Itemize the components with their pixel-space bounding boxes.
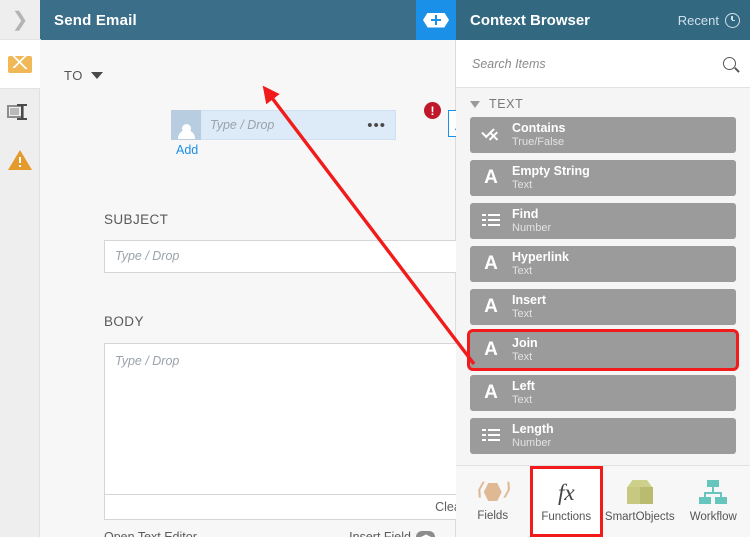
tab-fields[interactable]: ⟨ ⟩ Fields <box>456 466 530 537</box>
subject-placeholder: Type / Drop <box>115 249 180 263</box>
insert-field-toggle-icon[interactable]: ◀▶ <box>416 531 435 537</box>
recent-label: Recent <box>677 12 719 28</box>
warning-triangle-icon <box>8 150 32 170</box>
add-button[interactable] <box>416 0 456 40</box>
item-type: Text <box>512 307 533 320</box>
envelope-icon <box>8 55 32 73</box>
item-type: Text <box>512 393 533 406</box>
context-browser-tabs: ⟨ ⟩ Fields fx Functions SmartObjects Work <box>456 465 750 537</box>
item-name: Join <box>512 336 538 351</box>
list-item[interactable]: Find Number <box>470 203 736 239</box>
search-icon[interactable] <box>723 57 736 70</box>
functions-list[interactable]: TEXT Contains True/False A Empty String … <box>456 88 750 465</box>
triangle-down-icon <box>470 100 480 108</box>
group-label: TEXT <box>489 97 524 111</box>
cube-icon <box>626 480 653 504</box>
item-name: Find <box>512 207 539 222</box>
body-input[interactable]: Type / Drop <box>104 343 476 495</box>
group-header-text[interactable]: TEXT <box>456 88 750 117</box>
tab-functions[interactable]: fx Functions <box>529 466 603 537</box>
list-item[interactable]: A Left Text <box>470 375 736 411</box>
item-type: Text <box>512 264 533 277</box>
number-list-icon <box>470 214 512 228</box>
search-input[interactable] <box>470 55 723 72</box>
item-name: Empty String <box>512 164 590 179</box>
tab-label: Functions <box>541 510 592 523</box>
clock-icon <box>725 12 740 28</box>
open-text-editor-link[interactable]: Open Text Editor <box>104 530 197 537</box>
item-type: Text <box>512 350 533 363</box>
tab-label: SmartObjects <box>604 511 675 523</box>
search-bar <box>456 40 750 88</box>
list-item[interactable]: A Empty String Text <box>470 160 736 196</box>
letter-a-icon: A <box>484 167 498 188</box>
to-row: TO <box>64 68 104 83</box>
list-item[interactable]: A Hyperlink Text <box>470 246 736 282</box>
check-x-icon <box>470 124 512 143</box>
letter-a-icon: A <box>484 296 498 317</box>
item-name: Length <box>512 422 554 437</box>
rail-item-email[interactable] <box>0 40 40 88</box>
hex-brackets-icon: ⟨ ⟩ <box>475 480 510 501</box>
chevron-down-icon[interactable] <box>91 72 104 79</box>
org-chart-icon <box>698 480 728 504</box>
context-browser-title-bar: Context Browser Recent <box>456 0 750 40</box>
context-browser-panel: TEXT Contains True/False A Empty String … <box>456 40 750 537</box>
app-root: ❯ Send Email Context Browser Recent TO T… <box>0 0 750 537</box>
to-label: TO <box>64 68 84 83</box>
tab-smartobjects[interactable]: SmartObjects <box>603 466 677 537</box>
number-list-icon <box>470 429 512 443</box>
text-field-icon <box>7 104 33 120</box>
recent-button[interactable]: Recent <box>677 12 740 28</box>
context-browser-title: Context Browser <box>470 11 591 29</box>
add-recipient-link[interactable]: Add <box>176 143 198 157</box>
item-name: Insert <box>512 293 547 308</box>
insert-field-link[interactable]: Insert Field <box>349 530 411 537</box>
user-avatar-icon <box>171 110 201 140</box>
item-type: True/False <box>512 135 565 148</box>
ellipsis-icon[interactable]: ••• <box>367 118 386 133</box>
body-toolbar: Clear <box>104 495 476 520</box>
item-type: Text <box>512 178 533 191</box>
item-type: Number <box>512 221 552 234</box>
page-title: Send Email <box>54 11 137 29</box>
rail-item-warning[interactable] <box>0 136 40 184</box>
rail-item-text-field[interactable] <box>0 88 40 136</box>
item-name: Hyperlink <box>512 250 569 265</box>
subject-label: SUBJECT <box>104 212 169 227</box>
item-name: Contains <box>512 121 566 136</box>
body-placeholder: Type / Drop <box>115 354 180 368</box>
subject-input[interactable]: Type / Drop <box>104 240 476 273</box>
list-item[interactable]: A Insert Text <box>470 289 736 325</box>
error-badge: ! <box>424 102 441 119</box>
hex-plus-icon <box>423 12 449 28</box>
tab-workflow[interactable]: Workflow <box>677 466 750 537</box>
list-item[interactable]: Length Number <box>470 418 736 454</box>
list-item-join[interactable]: A Join Text <box>470 332 736 368</box>
tab-label: Workflow <box>689 511 737 523</box>
window-title-bar: Send Email <box>40 0 416 40</box>
chevron-right-icon: ❯ <box>11 9 29 31</box>
collapse-panel-button[interactable]: ❯ <box>0 0 40 40</box>
recipient-input[interactable]: Type / Drop ••• <box>171 110 396 140</box>
body-label: BODY <box>104 314 144 329</box>
letter-a-icon: A <box>484 339 498 360</box>
item-type: Number <box>512 436 552 449</box>
letter-a-icon: A <box>484 253 498 274</box>
fx-icon: fx <box>557 479 575 505</box>
recipient-placeholder: Type / Drop <box>210 118 275 132</box>
letter-a-icon: A <box>484 382 498 403</box>
icon-rail <box>0 40 40 537</box>
list-item[interactable]: Contains True/False <box>470 117 736 153</box>
send-email-form: TO Type / Drop ••• ! Add SUBJECT Type / … <box>40 40 476 537</box>
tab-label: Fields <box>477 510 509 522</box>
item-name: Left <box>512 379 535 394</box>
